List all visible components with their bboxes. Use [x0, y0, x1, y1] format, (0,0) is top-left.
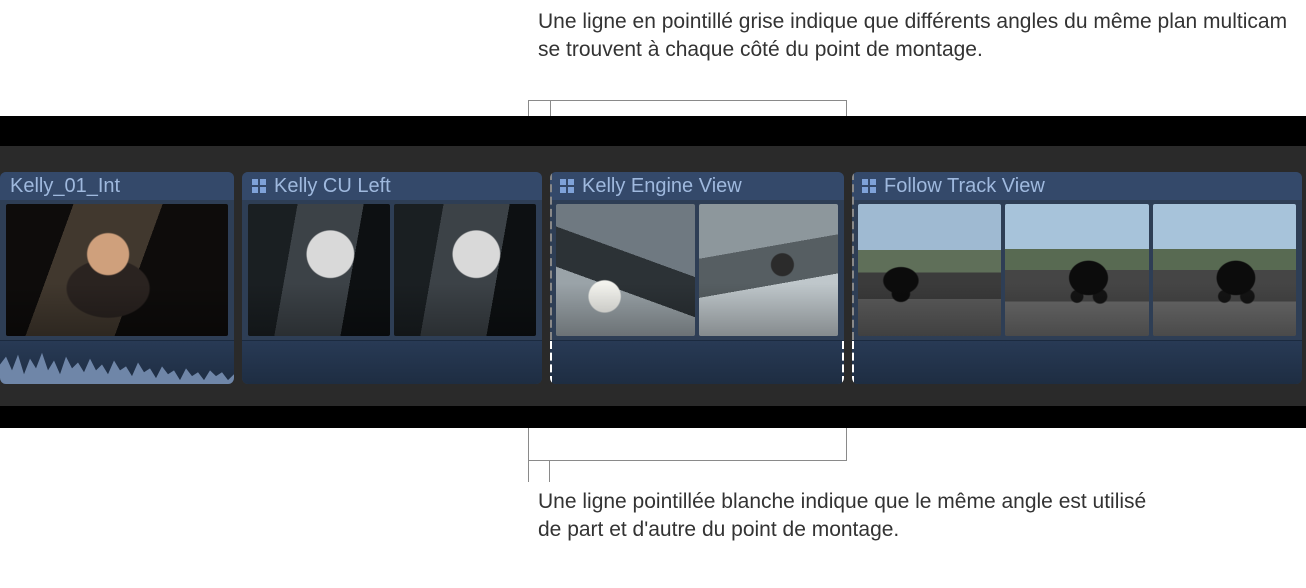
through-edit-indicator-grey: [852, 172, 854, 340]
callout-connector: [528, 460, 550, 461]
multicam-icon: [560, 179, 574, 193]
clip-thumbnail: [858, 204, 1001, 336]
clip-filmstrip: [242, 200, 542, 340]
primary-storyline[interactable]: Kelly_01_Int Kelly CU Left: [0, 172, 1306, 384]
clip-audio-waveform[interactable]: [0, 340, 234, 384]
through-edit-indicator-white: [550, 341, 552, 384]
callout-connector: [549, 460, 550, 482]
clip-thumbnail: [394, 204, 536, 336]
callout-connector: [528, 100, 550, 101]
clip-header: Kelly_01_Int: [0, 172, 234, 200]
clip-thumbnail: [1153, 204, 1296, 336]
clip-audio-lane[interactable]: [242, 340, 542, 384]
clip-thumbnail: [1005, 204, 1148, 336]
timeline-clip[interactable]: Kelly_01_Int: [0, 172, 234, 384]
through-edit-indicator-white: [842, 341, 844, 384]
through-edit-indicator-grey: [550, 172, 552, 340]
multicam-icon: [862, 179, 876, 193]
clip-name-label: Kelly Engine View: [582, 175, 742, 198]
clip-audio-lane[interactable]: [550, 340, 844, 384]
timeline[interactable]: Kelly_01_Int Kelly CU Left: [0, 116, 1306, 428]
clip-thumbnail: [699, 204, 838, 336]
clip-name-label: Follow Track View: [884, 175, 1045, 198]
clip-filmstrip: [0, 200, 234, 340]
callout-connector: [549, 460, 846, 461]
callout-white-dash-annotation: Une ligne pointillée blanche indique que…: [538, 488, 1158, 545]
clip-header: Kelly CU Left: [242, 172, 542, 200]
clip-header: Kelly Engine View: [550, 172, 844, 200]
timeline-clip[interactable]: Follow Track View: [852, 172, 1302, 384]
callout-connector: [550, 100, 846, 101]
clip-filmstrip: [550, 200, 844, 340]
clip-filmstrip: [852, 200, 1302, 340]
multicam-icon: [252, 179, 266, 193]
clip-audio-lane[interactable]: [852, 340, 1302, 384]
timeline-clip[interactable]: Kelly Engine View: [550, 172, 844, 384]
through-edit-indicator-white: [852, 341, 854, 384]
clip-header: Follow Track View: [852, 172, 1302, 200]
clip-name-label: Kelly CU Left: [274, 175, 391, 198]
clip-thumbnail: [6, 204, 228, 336]
clip-thumbnail: [556, 204, 695, 336]
clip-name-label: Kelly_01_Int: [10, 175, 120, 198]
callout-grey-dash-annotation: Une ligne en pointillé grise indique que…: [538, 8, 1298, 65]
timeline-clip[interactable]: Kelly CU Left: [242, 172, 542, 384]
clip-thumbnail: [248, 204, 390, 336]
